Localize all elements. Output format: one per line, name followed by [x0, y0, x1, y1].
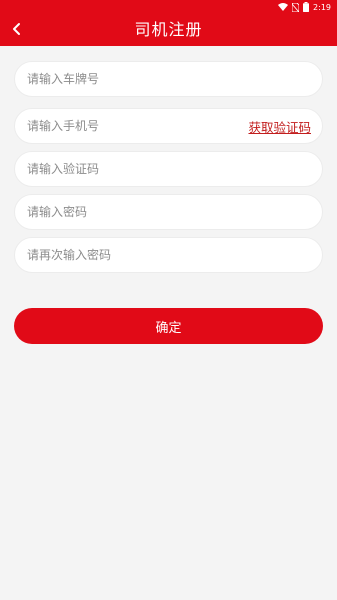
- status-bar: 2:19: [0, 0, 337, 14]
- verification-code-field: [14, 151, 323, 187]
- app-bar: 司机注册: [0, 14, 337, 46]
- password-input[interactable]: [27, 205, 310, 219]
- wifi-icon: [278, 3, 289, 11]
- plate-number-input[interactable]: [27, 72, 310, 86]
- get-code-button[interactable]: 获取验证码: [248, 117, 311, 136]
- plate-number-field: [14, 61, 323, 97]
- status-time: 2:19: [313, 2, 331, 12]
- password-field: [14, 194, 323, 230]
- phone-field: 获取验证码: [14, 108, 323, 144]
- verification-code-input[interactable]: [27, 162, 310, 176]
- page-title: 司机注册: [134, 20, 203, 39]
- confirm-password-field: [14, 237, 323, 273]
- confirm-password-input[interactable]: [27, 248, 310, 262]
- submit-button[interactable]: 确定: [14, 308, 323, 344]
- back-button[interactable]: [6, 19, 28, 41]
- chevron-left-icon: [12, 21, 22, 40]
- battery-icon: [303, 2, 310, 12]
- phone-input[interactable]: [27, 119, 249, 133]
- no-sim-icon: [292, 2, 300, 12]
